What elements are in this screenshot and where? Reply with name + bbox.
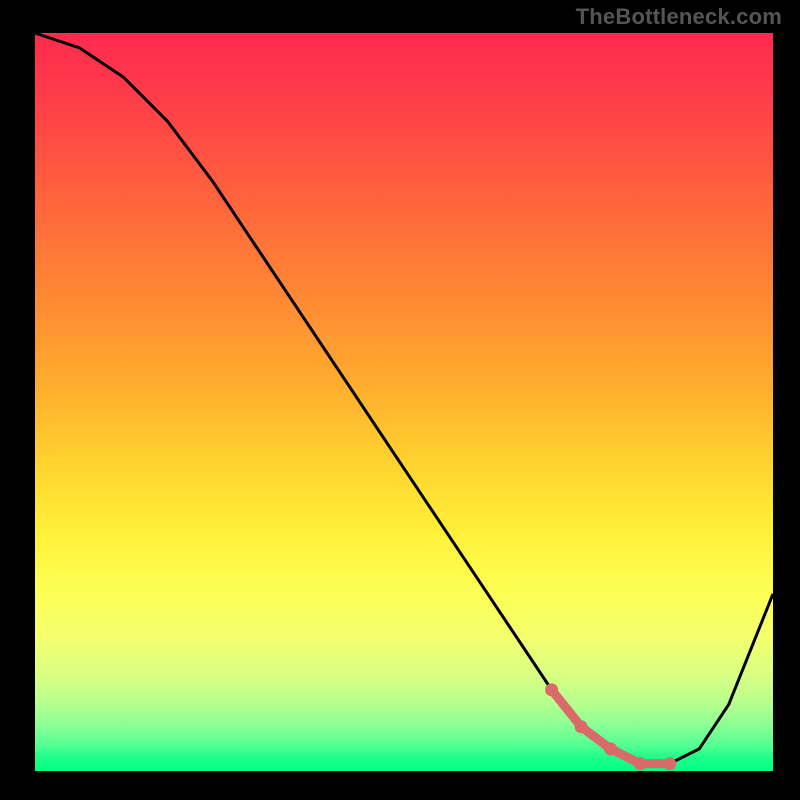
bottleneck-curve — [0, 0, 800, 800]
chart-stage: TheBottleneck.com — [0, 0, 800, 800]
highlight-dot — [663, 757, 676, 770]
curve-path — [35, 33, 773, 764]
highlight-dot — [545, 683, 558, 696]
highlight-dot — [575, 720, 588, 733]
highlight-dot — [604, 742, 617, 755]
highlight-dot — [634, 757, 647, 770]
